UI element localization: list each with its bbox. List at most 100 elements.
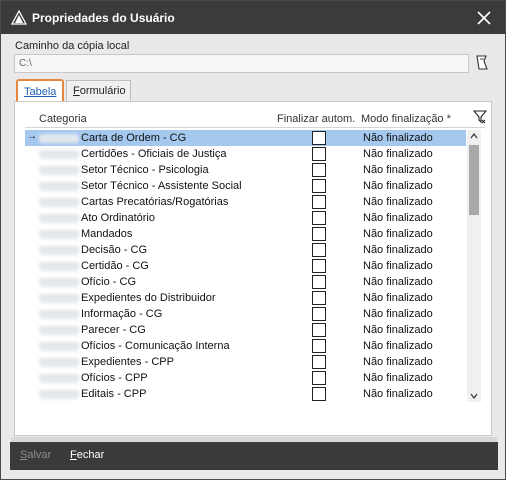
local-copy-path-field[interactable]: C:\ [14,54,469,73]
scroll-down-button[interactable] [467,390,481,402]
chevron-down-icon [470,393,478,399]
finalization-mode-cell[interactable]: Não finalizado [363,308,433,320]
redacted-code [39,214,79,223]
auto-finalize-checkbox[interactable] [312,339,326,353]
category-cell: Setor Técnico - Psicologia [81,164,209,176]
category-cell: Certidões - Oficiais de Justiça [81,148,227,160]
table-row[interactable]: Ofícios - Comunicação Interna Não finaliz… [25,338,466,354]
folder-browse-icon [476,55,488,70]
finalization-mode-cell[interactable]: Não finalizado [363,132,433,144]
table-row[interactable]: Ofício - CG Não finalizado [25,274,466,290]
browse-button[interactable] [473,54,491,72]
auto-finalize-checkbox[interactable] [312,275,326,289]
finalization-mode-cell[interactable]: Não finalizado [363,244,433,256]
table-row[interactable]: Certidões - Oficiais de Justiça Não final… [25,146,466,162]
redacted-code [39,278,79,287]
app-logo-icon [11,10,27,25]
finalization-mode-cell[interactable]: Não finalizado [363,356,433,368]
category-cell: Decisão - CG [81,244,148,256]
auto-finalize-checkbox[interactable] [312,355,326,369]
scrollbar-thumb[interactable] [469,145,479,215]
table-row[interactable]: Setor Técnico - Psicologia Não finalizado [25,162,466,178]
finalization-mode-cell[interactable]: Não finalizado [363,164,433,176]
column-header-finalizar[interactable]: Finalizar autom. [277,113,355,125]
finalization-mode-cell[interactable]: Não finalizado [363,340,433,352]
column-header-modo[interactable]: Modo finalização * [361,113,451,125]
tab-tabela-label: abela [29,86,57,98]
filter-icon[interactable] [473,110,487,124]
save-button-label: alvar [27,449,52,461]
close-button[interactable] [471,5,497,31]
table-row[interactable]: Certidão - CG Não finalizado [25,258,466,274]
table-row[interactable]: Setor Técnico - Assistente Social Não fin… [25,178,466,194]
finalization-mode-cell[interactable]: Não finalizado [363,212,433,224]
auto-finalize-checkbox[interactable] [312,211,326,225]
redacted-code [39,310,79,319]
category-cell: Ofícios - CPP [81,372,148,384]
chevron-up-icon [470,133,478,139]
close-dialog-button-mnemonic: F [70,449,77,461]
finalization-mode-cell[interactable]: Não finalizado [363,180,433,192]
finalization-mode-cell[interactable]: Não finalizado [363,148,433,160]
finalization-mode-cell[interactable]: Não finalizado [363,388,433,400]
table-row[interactable]: Ofícios - CPP Não finalizado [25,370,466,386]
redacted-code [39,198,79,207]
table-row[interactable]: Cartas Precatórias/Rogatórias Não finaliz… [25,194,466,210]
auto-finalize-checkbox[interactable] [312,307,326,321]
table-panel: Categoria Finalizar autom. Modo finaliza… [14,101,492,436]
title-bar: Propriedades do Usuário [1,1,505,34]
auto-finalize-checkbox[interactable] [312,227,326,241]
category-cell: Expedientes - CPP [81,356,174,368]
grid-header: Categoria Finalizar autom. Modo finaliza… [25,106,487,128]
auto-finalize-checkbox[interactable] [312,131,326,145]
table-row[interactable]: → Carta de Ordem - CG Não finalizado [25,130,466,146]
table-row[interactable]: Decisão - CG Não finalizado [25,242,466,258]
auto-finalize-checkbox[interactable] [312,259,326,273]
tab-formulario-mnemonic: F [73,85,80,97]
table-row[interactable]: Editais - CPP Não finalizado [25,386,466,402]
tab-formulario[interactable]: Formulário [66,80,131,101]
auto-finalize-checkbox[interactable] [312,147,326,161]
redacted-code [39,342,79,351]
category-cell: Ofícios - Comunicação Interna [81,340,230,352]
finalization-mode-cell[interactable]: Não finalizado [363,260,433,272]
auto-finalize-checkbox[interactable] [312,163,326,177]
table-row[interactable]: Expedientes do Distribuidor Não finalizad… [25,290,466,306]
redacted-code [39,294,79,303]
category-cell: Cartas Precatórias/Rogatórias [81,196,229,208]
auto-finalize-checkbox[interactable] [312,291,326,305]
save-button[interactable]: Salvar [20,449,51,461]
auto-finalize-checkbox[interactable] [312,195,326,209]
auto-finalize-checkbox[interactable] [312,387,326,401]
auto-finalize-checkbox[interactable] [312,323,326,337]
redacted-code [39,390,79,399]
finalization-mode-cell[interactable]: Não finalizado [363,228,433,240]
finalization-mode-cell[interactable]: Não finalizado [363,324,433,336]
category-cell: Expedientes do Distribuidor [81,292,216,304]
finalization-mode-cell[interactable]: Não finalizado [363,372,433,384]
auto-finalize-checkbox[interactable] [312,243,326,257]
table-row[interactable]: Parecer - CG Não finalizado [25,322,466,338]
finalization-mode-cell[interactable]: Não finalizado [363,292,433,304]
redacted-code [39,262,79,271]
user-properties-dialog: Propriedades do Usuário Caminho da cópia… [0,0,506,480]
category-cell: Ato Ordinatório [81,212,155,224]
redacted-code [39,150,79,159]
redacted-code [39,166,79,175]
category-cell: Ofício - CG [81,276,137,288]
column-header-categoria[interactable]: Categoria [39,113,87,125]
category-cell: Carta de Ordem - CG [81,132,187,144]
close-dialog-button[interactable]: Fechar [70,449,104,461]
table-row[interactable]: Ato Ordinatório Não finalizado [25,210,466,226]
finalization-mode-cell[interactable]: Não finalizado [363,276,433,288]
table-row[interactable]: Mandados Não finalizado [25,226,466,242]
auto-finalize-checkbox[interactable] [312,179,326,193]
table-row[interactable]: Expedientes - CPP Não finalizado [25,354,466,370]
finalization-mode-cell[interactable]: Não finalizado [363,196,433,208]
vertical-scrollbar[interactable] [467,130,481,402]
category-cell: Setor Técnico - Assistente Social [81,180,242,192]
scroll-up-button[interactable] [467,130,481,142]
arrow-right-icon: → [27,131,37,142]
table-row[interactable]: Informação - CG Não finalizado [25,306,466,322]
auto-finalize-checkbox[interactable] [312,371,326,385]
